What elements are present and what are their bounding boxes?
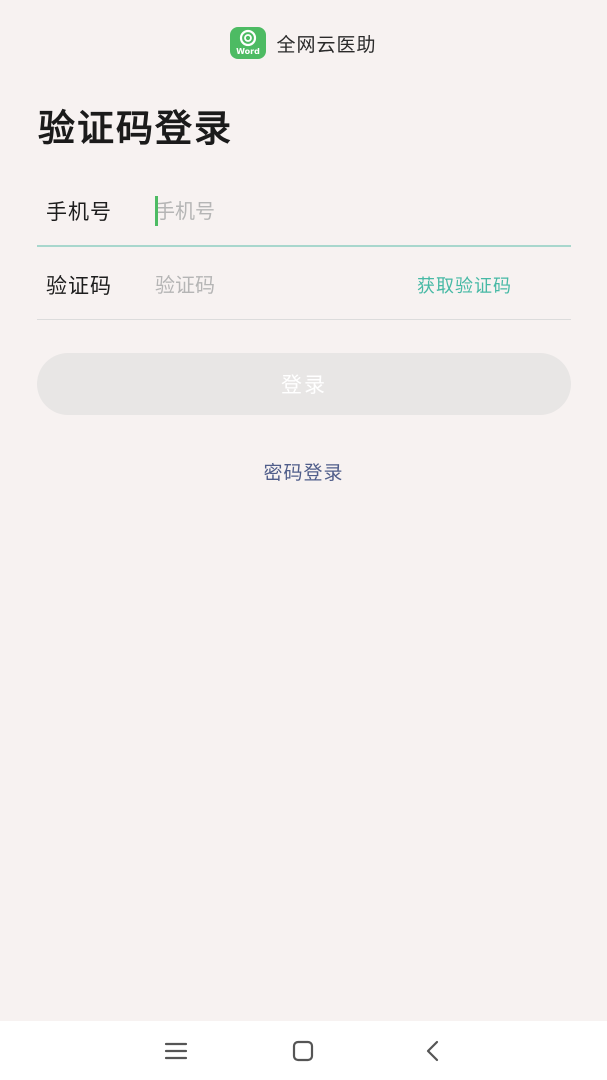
- phone-row: 手机号: [37, 177, 571, 247]
- navigation-bar: [0, 1021, 607, 1080]
- page-title: 验证码登录: [38, 107, 233, 150]
- password-login-link[interactable]: 密码登录: [0, 458, 607, 485]
- logo-text: Word: [237, 47, 261, 56]
- back-icon[interactable]: [420, 1039, 446, 1063]
- menu-icon[interactable]: [163, 1039, 189, 1063]
- phone-label: 手机号: [46, 200, 112, 224]
- text-cursor: [155, 196, 158, 226]
- get-code-button[interactable]: 获取验证码: [417, 272, 512, 298]
- phone-input[interactable]: [147, 191, 571, 231]
- code-input[interactable]: [147, 264, 417, 305]
- login-button[interactable]: 登录: [37, 353, 571, 415]
- code-label: 验证码: [46, 273, 112, 298]
- code-row: 验证码 获取验证码: [37, 250, 571, 320]
- home-icon[interactable]: [290, 1039, 316, 1063]
- app-header: Word 全网云医助: [0, 26, 607, 60]
- login-screen: Word 全网云医助 验证码登录 手机号 验证码 获取验证码 登录 密码登录: [0, 0, 607, 1080]
- app-name: 全网云医助: [276, 33, 377, 56]
- app-logo-icon: Word: [230, 27, 267, 59]
